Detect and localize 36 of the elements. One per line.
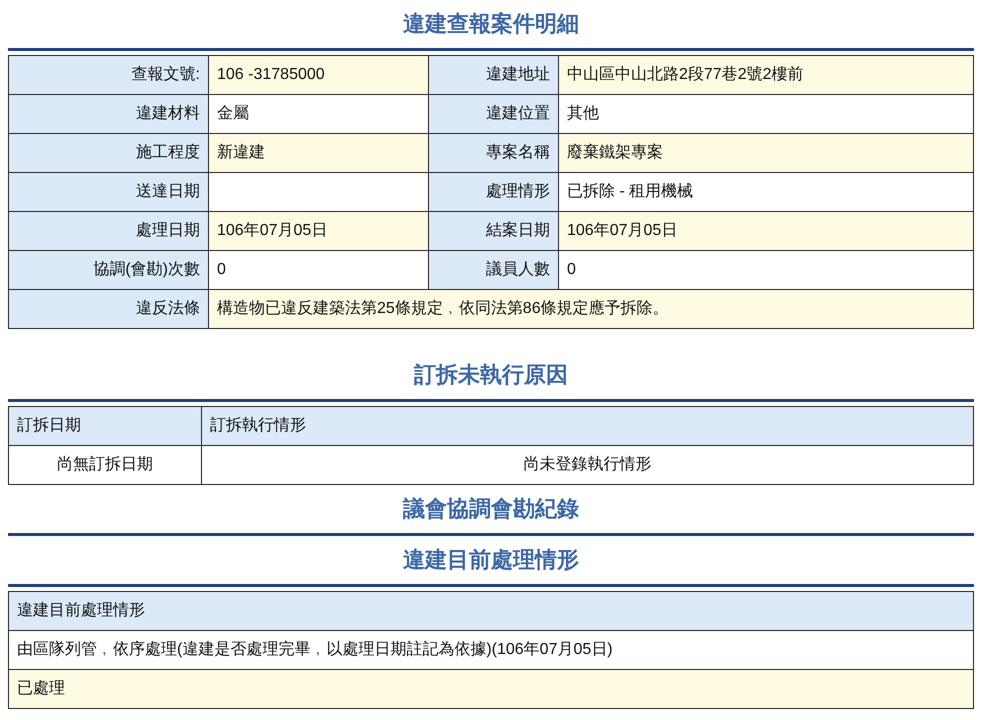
section-title: 違建查報案件明細 xyxy=(403,10,579,38)
section-title: 訂拆未執行原因 xyxy=(414,361,568,389)
field-label: 協調(會勘)次數 xyxy=(8,250,208,290)
field-value: 106 -31785000 xyxy=(208,56,428,94)
field-label: 處理日期 xyxy=(8,212,208,250)
section-title: 議會協調會勘紀錄 xyxy=(403,495,579,523)
field-value: 已拆除 - 租用機械 xyxy=(558,172,974,212)
field-value: 其他 xyxy=(558,94,974,134)
field-value: 廢棄鐵架專案 xyxy=(558,134,974,172)
table-cell: 尚無訂拆日期 xyxy=(8,446,202,484)
column-header: 訂拆日期 xyxy=(8,406,202,446)
field-label: 處理情形 xyxy=(428,172,558,212)
field-label: 專案名稱 xyxy=(428,134,558,172)
field-label: 違反法條 xyxy=(8,290,208,328)
column-header: 違建目前處理情形 xyxy=(8,592,974,630)
field-value: 0 xyxy=(558,250,974,290)
field-value: 0 xyxy=(208,250,428,290)
field-value: 106年07月05日 xyxy=(208,212,428,250)
field-label: 施工程度 xyxy=(8,134,208,172)
field-value: 106年07月05日 xyxy=(558,212,974,250)
field-label: 議員人數 xyxy=(428,250,558,290)
field-label: 違建材料 xyxy=(8,94,208,134)
field-label: 違建位置 xyxy=(428,94,558,134)
table-cell: 尚未登錄執行情形 xyxy=(202,446,974,484)
field-label: 送達日期 xyxy=(8,172,208,212)
section-title: 違建目前處理情形 xyxy=(403,546,579,574)
table-cell: 由區隊列管﹐依序處理(違建是否處理完畢﹐以處理日期註記為依據)(106年07月05日) xyxy=(8,630,974,670)
field-label: 違建地址 xyxy=(428,56,558,94)
column-header: 訂拆執行情形 xyxy=(202,406,974,446)
field-label: 結案日期 xyxy=(428,212,558,250)
field-value: 中山區中山北路2段77巷2號2樓前 xyxy=(558,56,974,94)
field-value: 構造物已違反建築法第25條規定﹐依同法第86條規定應予拆除。 xyxy=(208,290,974,328)
field-label: 查報文號: xyxy=(8,56,208,94)
field-value: 金屬 xyxy=(208,94,428,134)
field-value: 新違建 xyxy=(208,134,428,172)
table-cell: 已處理 xyxy=(8,670,974,708)
